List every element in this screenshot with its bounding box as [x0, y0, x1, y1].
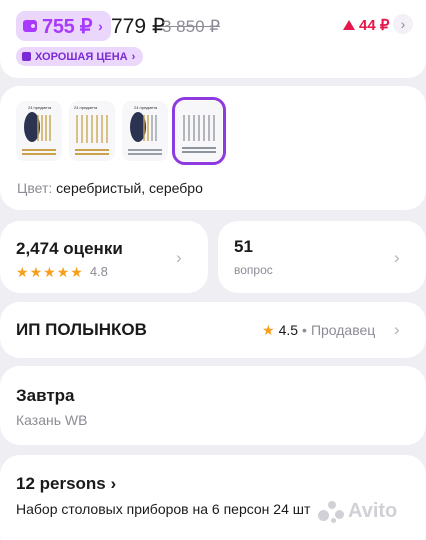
cutlery-image [176, 101, 222, 161]
chevron-right-icon: › [394, 248, 400, 267]
variant-thumbnail-selected[interactable] [172, 97, 226, 165]
star-icon: ★ [56, 263, 70, 280]
product-info-card: 12 persons › Набор столовых приборов на … [0, 455, 426, 540]
delivery-date: Завтра [16, 386, 75, 405]
price-change-value: 44 ₽ [359, 17, 390, 34]
delivery-card[interactable]: Завтра Казань WB [0, 366, 426, 445]
variant-gallery: 24 предмета 24 предмета 24 предмета Цвет… [0, 86, 426, 210]
old-price: 3 850 ₽ [162, 17, 221, 36]
star-icon: ★ [262, 322, 275, 338]
cutlery-image: 24 предмета [16, 101, 62, 161]
star-icon: ★ [16, 263, 29, 280]
questions-card[interactable]: 51 вопрос › [218, 221, 426, 293]
star-icon: ★ [70, 263, 83, 280]
wallet-price: 755 ₽ [42, 15, 93, 38]
variant-thumbnail[interactable]: 24 предмета [69, 101, 115, 161]
wallet-price-button[interactable]: 755 ₽ › [16, 11, 111, 41]
price-history-button[interactable]: › [393, 14, 413, 34]
seller-score: 4.5 [278, 322, 299, 338]
seller-role: Продавец [310, 322, 376, 338]
color-row: Цвет: серебристый, серебро [17, 180, 203, 196]
triangle-up-icon [343, 20, 355, 30]
reviews-count: 2,474 оценки [16, 239, 123, 258]
wallet-icon [23, 20, 37, 32]
color-label: Цвет: [17, 180, 53, 196]
rating-value: 4.8 [89, 264, 108, 279]
seller-rating: ★ 4.5 • Продавец [262, 322, 375, 338]
chevron-right-icon: › [176, 248, 182, 267]
questions-label: вопрос [234, 263, 273, 277]
star-icon: ★ [43, 263, 56, 280]
questions-count: 51 [234, 237, 253, 256]
current-price: 779 ₽ [111, 15, 166, 38]
color-value: серебристый, серебро [56, 180, 203, 196]
rating-stars: ★ ★ ★ ★ ★ 4.8 [16, 264, 108, 279]
price-header: 755 ₽ › 779 ₽ 3 850 ₽ 44 ₽ › ХОРОШАЯ ЦЕН… [0, 0, 426, 78]
svg-text:24 предмета: 24 предмета [74, 105, 98, 110]
variant-thumbnail[interactable]: 24 предмета [16, 101, 62, 161]
svg-text:24 предмета: 24 предмета [134, 105, 158, 110]
cutlery-image: 24 предмета [69, 101, 115, 161]
reviews-card[interactable]: 2,474 оценки ★ ★ ★ ★ ★ 4.8 › [0, 221, 208, 293]
variant-thumbnail[interactable]: 24 предмета [122, 101, 168, 161]
chevron-right-icon: › [131, 50, 136, 63]
avito-watermark: Avito [318, 500, 397, 523]
chevron-right-icon: › [394, 320, 400, 339]
separator-dot: • [302, 322, 307, 338]
seller-name: ИП ПОЛЫНКОВ [16, 320, 147, 339]
star-icon: ★ [29, 263, 43, 280]
cutlery-image: 24 предмета [122, 101, 168, 161]
svg-text:24 предмета: 24 предмета [28, 105, 52, 110]
delivery-place: Казань WB [16, 412, 88, 428]
thumbs-up-icon [22, 52, 31, 61]
brand-link[interactable]: 12 persons › [16, 474, 116, 494]
product-title: Набор столовых приборов на 6 персон 24 ш… [16, 501, 311, 517]
seller-card[interactable]: ИП ПОЛЫНКОВ ★ 4.5 • Продавец › [0, 302, 426, 358]
avito-logo-icon [318, 500, 344, 523]
good-price-badge[interactable]: ХОРОШАЯ ЦЕНА › [16, 47, 144, 66]
badge-label: ХОРОШАЯ ЦЕНА [35, 50, 128, 63]
price-change[interactable]: 44 ₽ [343, 16, 389, 34]
chevron-right-icon: › [400, 16, 406, 32]
chevron-right-icon: › [98, 18, 103, 34]
